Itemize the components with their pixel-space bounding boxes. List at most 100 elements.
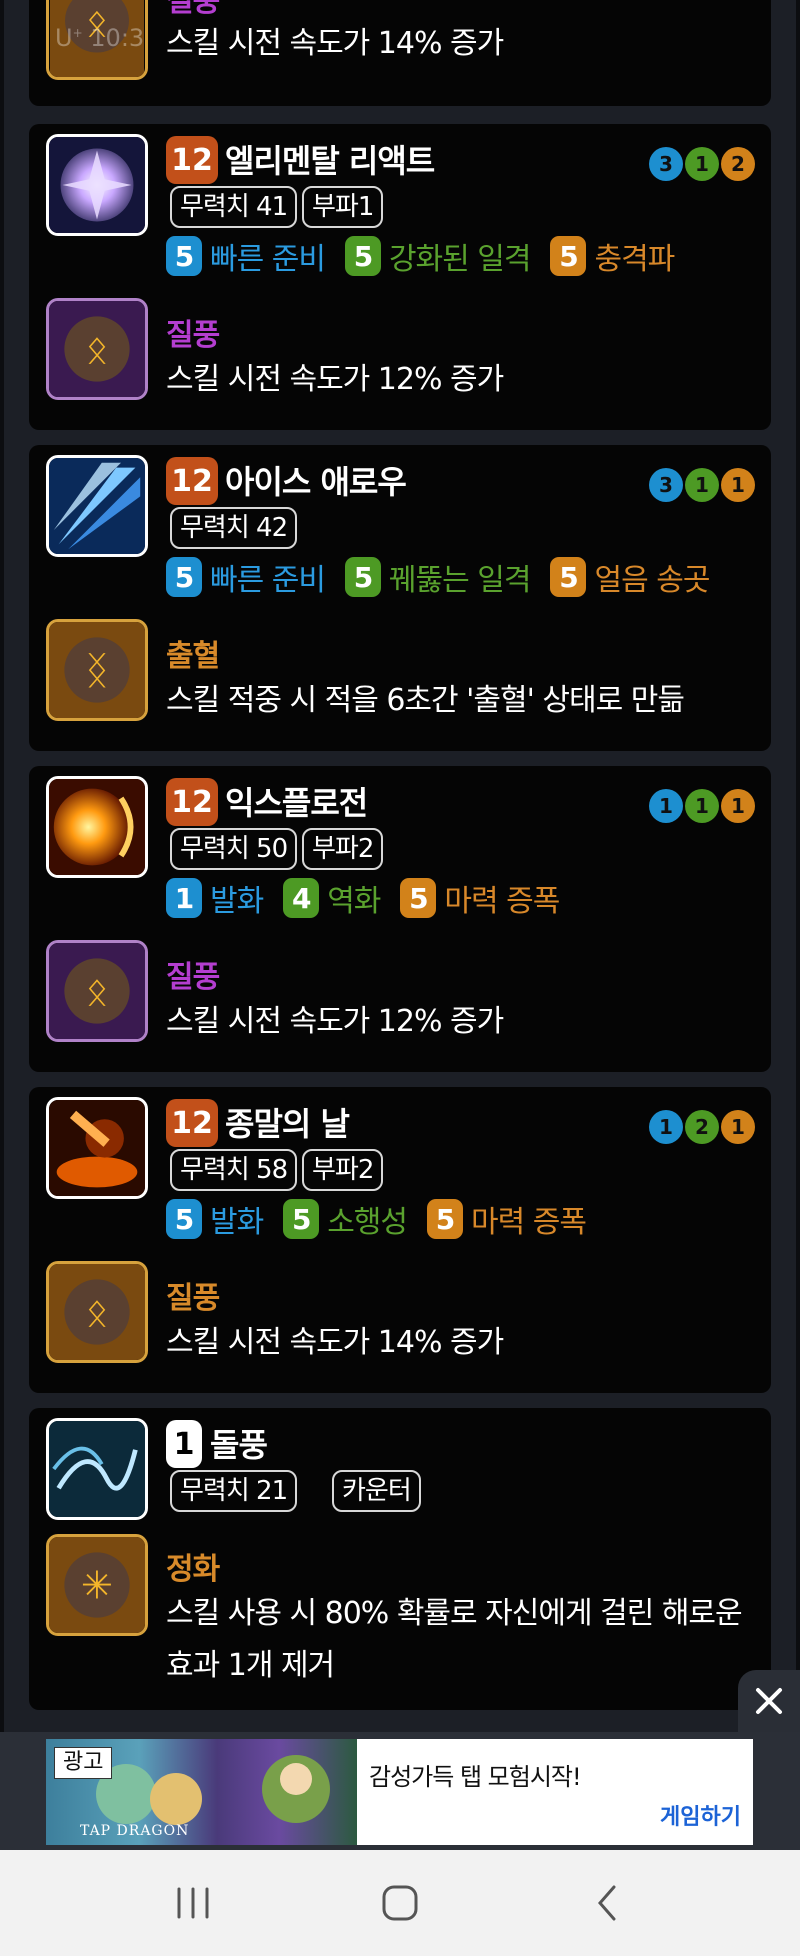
rune-name: 질풍 bbox=[166, 318, 220, 353]
skill-card[interactable]: 12 아이스 애로우 3 1 1 무력치 42 5 빠른 준비 5 꿰뚫는 일격 5… bbox=[29, 445, 771, 751]
ad-text-panel[interactable]: 감성가득 탭 모험시작! 게임하기 bbox=[357, 1739, 753, 1845]
rune-icon: ✳ bbox=[46, 1534, 148, 1636]
tripod-list: 5 빠른 준비 5 꿰뚫는 일격 5 얼음 송곳 bbox=[166, 555, 729, 599]
tripod-num: 5 bbox=[550, 236, 587, 276]
tripod-num: 5 bbox=[166, 1199, 202, 1239]
skill-tag: 부파1 bbox=[302, 186, 384, 228]
rune-icon: ᛟ bbox=[46, 940, 148, 1042]
skill-card[interactable]: 12 익스플로전 1 1 1 무력치 50 부파2 1 발화 4 역화 5 마력 증폭… bbox=[29, 766, 771, 1072]
ad-logo-text: TAP DRAGON bbox=[80, 1823, 190, 1839]
skill-level-badge: 12 bbox=[166, 136, 218, 184]
tripod-num: 4 bbox=[283, 878, 320, 918]
tripod-num: 5 bbox=[550, 557, 587, 597]
skill-tag: 부파2 bbox=[302, 828, 384, 870]
tripod-dot-3: 1 bbox=[721, 789, 755, 823]
skill-name: 아이스 애로우 bbox=[225, 463, 407, 501]
skill-tag: 무력치 50 bbox=[170, 828, 298, 870]
skill-tag: 무력치 41 bbox=[170, 186, 298, 228]
rune-name: 질풍 bbox=[166, 960, 220, 995]
tripod-dot-3: 1 bbox=[721, 468, 755, 502]
rune-icon: ᛟ bbox=[46, 1261, 148, 1363]
tripod-dot-2: 1 bbox=[685, 789, 719, 823]
tripod-label: 마력 증폭 bbox=[471, 1205, 587, 1240]
tripod-dot-2: 1 bbox=[685, 147, 719, 181]
rune-name: 출혈 bbox=[166, 639, 220, 674]
ad-label: 광고 bbox=[54, 1747, 113, 1779]
left-edge bbox=[0, 0, 4, 1850]
ad-close-button[interactable] bbox=[738, 1670, 800, 1732]
rune-description-line2: 효과 1개 제거 bbox=[166, 1648, 335, 1683]
tripod-level-dots: 3 1 1 bbox=[649, 468, 755, 502]
skill-name: 익스플로전 bbox=[225, 784, 368, 822]
skill-level-badge: 12 bbox=[166, 457, 218, 505]
ad-image[interactable]: 광고 TAP DRAGON bbox=[46, 1739, 357, 1845]
recent-apps-icon bbox=[177, 1887, 209, 1919]
skill-icon-gust bbox=[46, 1418, 148, 1520]
skill-name: 엘리멘탈 리액트 bbox=[225, 142, 435, 180]
skill-tag: 무력치 58 bbox=[170, 1149, 298, 1191]
skill-icon-ice-arrow bbox=[46, 455, 148, 557]
skill-tag: 카운터 bbox=[332, 1470, 421, 1512]
tripod-label: 꿰뚫는 일격 bbox=[388, 563, 532, 598]
skill-icon-elemental-react bbox=[46, 134, 148, 236]
rune-name: 질풍 bbox=[166, 0, 220, 19]
skill-tag: 부파2 bbox=[302, 1149, 384, 1191]
tripod-num: 1 bbox=[166, 878, 202, 918]
svg-text:✳: ✳ bbox=[81, 1563, 113, 1608]
tripod-label: 소행성 bbox=[327, 1205, 408, 1240]
tripod-label: 발화 bbox=[210, 884, 264, 919]
skill-level-badge: 12 bbox=[166, 778, 218, 826]
tripod-dot-2: 2 bbox=[685, 1110, 719, 1144]
skill-card[interactable]: ᛟ 질풍 스킬 시전 속도가 14% 증가 bbox=[29, 0, 771, 106]
skill-icon-explosion bbox=[46, 776, 148, 878]
skill-card[interactable]: 12 종말의 날 1 2 1 무력치 58 부파2 5 발화 5 소행성 5 마력 증… bbox=[29, 1087, 771, 1393]
rune-icon: ᛟ bbox=[46, 298, 148, 400]
tripod-label: 역화 bbox=[327, 884, 381, 919]
svg-text:ᛟ: ᛟ bbox=[85, 969, 108, 1014]
tripod-num: 5 bbox=[344, 557, 381, 597]
tripod-dot-3: 1 bbox=[721, 1110, 755, 1144]
skill-card[interactable]: 1 돌풍 무력치 21 카운터 ✳ 정화 스킬 사용 시 80% 확률로 자신에… bbox=[29, 1408, 771, 1710]
tripod-num: 5 bbox=[283, 1199, 320, 1239]
tripod-num: 5 bbox=[400, 878, 437, 918]
rune-description-line1: 스킬 사용 시 80% 확률로 자신에게 걸린 해로운 bbox=[166, 1596, 743, 1631]
ad-headline: 감성가득 탭 모험시작! bbox=[369, 1763, 582, 1791]
tripod-label: 충격파 bbox=[594, 242, 675, 277]
tripod-num: 5 bbox=[427, 1199, 464, 1239]
skill-level-badge: 1 bbox=[166, 1420, 202, 1468]
tripod-label: 빠른 준비 bbox=[210, 242, 326, 277]
recent-apps-button[interactable] bbox=[158, 1873, 228, 1933]
rune-description: 스킬 시전 속도가 12% 증가 bbox=[166, 1004, 504, 1039]
home-icon bbox=[382, 1885, 418, 1921]
tripod-list: 5 빠른 준비 5 강화된 일격 5 충격파 bbox=[166, 234, 694, 278]
skill-card[interactable]: 12 엘리멘탈 리액트 3 1 2 무력치 41 부파1 5 빠른 준비 5 강화된… bbox=[29, 124, 771, 430]
tripod-dot-1: 1 bbox=[649, 1110, 683, 1144]
status-clock: U+ 10:3 bbox=[55, 24, 145, 52]
skill-tag: 무력치 42 bbox=[170, 507, 298, 549]
rune-icon: ᛝ bbox=[46, 619, 148, 721]
rune-description: 스킬 적중 시 적을 6초간 '출혈' 상태로 만듦 bbox=[166, 683, 685, 718]
tripod-dot-1: 1 bbox=[649, 789, 683, 823]
home-button[interactable] bbox=[365, 1873, 435, 1933]
tripod-level-dots: 1 1 1 bbox=[649, 789, 755, 823]
svg-text:ᛟ: ᛟ bbox=[85, 1290, 108, 1335]
rune-description: 스킬 시전 속도가 14% 증가 bbox=[166, 26, 504, 61]
tripod-label: 빠른 준비 bbox=[210, 563, 326, 598]
rune-name: 정화 bbox=[166, 1552, 220, 1587]
system-navigation-bar bbox=[0, 1850, 800, 1956]
tripod-list: 1 발화 4 역화 5 마력 증폭 bbox=[166, 876, 579, 920]
tripod-level-dots: 1 2 1 bbox=[649, 1110, 755, 1144]
tripod-label: 발화 bbox=[210, 1205, 264, 1240]
skill-tag: 무력치 21 bbox=[170, 1470, 298, 1512]
back-button[interactable] bbox=[572, 1873, 642, 1933]
skill-name: 돌풍 bbox=[210, 1426, 268, 1464]
rune-description: 스킬 시전 속도가 14% 증가 bbox=[166, 1325, 504, 1360]
tripod-label: 얼음 송곳 bbox=[594, 563, 710, 598]
tripod-num: 5 bbox=[344, 236, 381, 276]
tripod-dot-1: 3 bbox=[649, 147, 683, 181]
tripod-dot-3: 2 bbox=[721, 147, 755, 181]
skill-name: 종말의 날 bbox=[225, 1105, 350, 1143]
svg-text:ᛝ: ᛝ bbox=[85, 648, 108, 693]
ad-cta-link[interactable]: 게임하기 bbox=[660, 1799, 741, 1831]
tripod-num: 5 bbox=[166, 236, 202, 276]
